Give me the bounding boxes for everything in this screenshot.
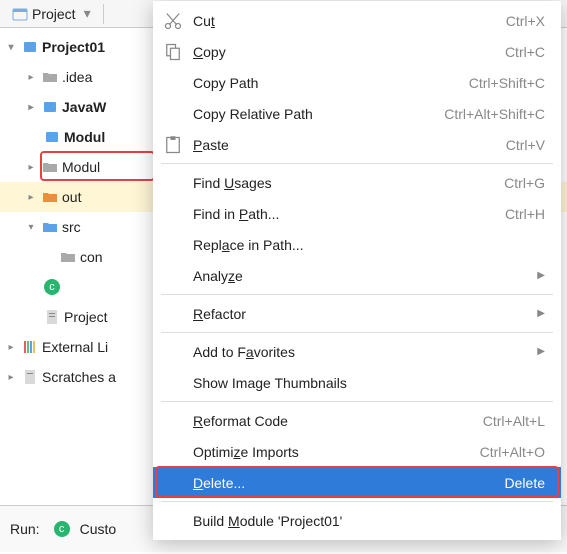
module-icon (42, 99, 58, 115)
menu-label: Add to Favorites (193, 344, 527, 360)
menu-label: Cut (193, 13, 496, 29)
context-menu: Cut Ctrl+X Copy Ctrl+C Copy Path Ctrl+Sh… (153, 1, 561, 540)
menu-cut[interactable]: Cut Ctrl+X (153, 5, 561, 36)
menu-label: Find Usages (193, 175, 494, 191)
menu-label: Analyze (193, 268, 527, 284)
menu-separator (161, 401, 553, 402)
scratches-icon (22, 369, 38, 385)
chevron-right-icon[interactable] (4, 342, 18, 353)
run-config-name[interactable]: Custo (80, 521, 117, 537)
folder-icon (60, 249, 76, 265)
project-pane-icon (12, 6, 28, 22)
tree-label: src (62, 219, 81, 235)
chevron-right-icon[interactable] (24, 102, 38, 113)
menu-label: Paste (193, 137, 496, 153)
libraries-icon (22, 339, 38, 355)
menu-copy-path[interactable]: Copy Path Ctrl+Shift+C (153, 67, 561, 98)
tree-label: Scratches a (42, 369, 116, 385)
menu-paste[interactable]: Paste Ctrl+V (153, 129, 561, 160)
menu-separator (161, 501, 553, 502)
menu-show-thumbnails[interactable]: Show Image Thumbnails (153, 367, 561, 398)
menu-copy-relative-path[interactable]: Copy Relative Path Ctrl+Alt+Shift+C (153, 98, 561, 129)
tree-label: Modul (62, 159, 100, 175)
menu-shortcut: Ctrl+Shift+C (469, 75, 545, 91)
menu-label: Replace in Path... (193, 237, 545, 253)
menu-label: Delete... (193, 475, 495, 491)
iml-file-icon (44, 309, 60, 325)
paste-icon (163, 135, 183, 155)
menu-label: Copy Path (193, 75, 459, 91)
menu-label: Copy Relative Path (193, 106, 434, 122)
menu-shortcut: Ctrl+G (504, 175, 545, 191)
menu-separator (161, 163, 553, 164)
toolbar-separator (103, 4, 104, 24)
run-label: Run: (10, 521, 40, 537)
tree-label: Project (64, 309, 108, 325)
menu-add-to-favorites[interactable]: Add to Favorites ▶ (153, 336, 561, 367)
menu-replace-in-path[interactable]: Replace in Path... (153, 229, 561, 260)
tree-label: .idea (62, 69, 92, 85)
menu-reformat-code[interactable]: Reformat Code Ctrl+Alt+L (153, 405, 561, 436)
project-dropdown[interactable]: Project ▾ (6, 3, 97, 24)
menu-separator (161, 294, 553, 295)
chevron-right-icon[interactable] (24, 192, 38, 203)
submenu-arrow-icon: ▶ (537, 308, 545, 319)
menu-shortcut: Ctrl+Alt+L (483, 413, 545, 429)
source-folder-icon (42, 219, 58, 235)
menu-optimize-imports[interactable]: Optimize Imports Ctrl+Alt+O (153, 436, 561, 467)
chevron-down-icon[interactable] (4, 42, 18, 53)
tree-label: JavaW (62, 99, 106, 115)
tree-label: Modul (64, 129, 105, 145)
menu-shortcut: Ctrl+V (506, 137, 545, 153)
menu-delete[interactable]: Delete... Delete (153, 467, 561, 498)
menu-shortcut: Delete (505, 475, 545, 491)
menu-label: Refactor (193, 306, 527, 322)
menu-shortcut: Ctrl+X (506, 13, 545, 29)
menu-label: Find in Path... (193, 206, 495, 222)
menu-shortcut: Ctrl+H (505, 206, 545, 222)
folder-icon (42, 159, 58, 175)
project-dropdown-label: Project (32, 6, 76, 22)
chevron-right-icon[interactable] (4, 372, 18, 383)
menu-find-in-path[interactable]: Find in Path... Ctrl+H (153, 198, 561, 229)
menu-build-module[interactable]: Build Module 'Project01' (153, 505, 561, 536)
menu-separator (161, 332, 553, 333)
menu-shortcut: Ctrl+C (505, 44, 545, 60)
chevron-right-icon[interactable] (24, 72, 38, 83)
menu-copy[interactable]: Copy Ctrl+C (153, 36, 561, 67)
menu-label: Copy (193, 44, 495, 60)
submenu-arrow-icon: ▶ (537, 346, 545, 357)
chevron-down-icon[interactable] (24, 222, 38, 233)
menu-analyze[interactable]: Analyze ▶ (153, 260, 561, 291)
menu-shortcut: Ctrl+Alt+Shift+C (444, 106, 545, 122)
tree-label: out (62, 189, 81, 205)
tree-label: Project01 (42, 39, 105, 55)
chevron-down-icon: ▾ (84, 5, 91, 22)
refresh-badge-icon: c (44, 279, 60, 295)
menu-refactor[interactable]: Refactor ▶ (153, 298, 561, 329)
tree-label: con (80, 249, 103, 265)
menu-find-usages[interactable]: Find Usages Ctrl+G (153, 167, 561, 198)
menu-shortcut: Ctrl+Alt+O (480, 444, 545, 460)
project-icon (22, 39, 38, 55)
submenu-arrow-icon: ▶ (537, 270, 545, 281)
module-icon (44, 129, 60, 145)
menu-label: Reformat Code (193, 413, 473, 429)
menu-label: Optimize Imports (193, 444, 470, 460)
copy-icon (163, 42, 183, 62)
folder-out-icon (42, 189, 58, 205)
folder-icon (42, 69, 58, 85)
cut-icon (163, 11, 183, 31)
run-config-badge-icon: c (54, 521, 70, 537)
menu-label: Show Image Thumbnails (193, 375, 545, 391)
menu-label: Build Module 'Project01' (193, 513, 545, 529)
tree-label: External Li (42, 339, 108, 355)
chevron-right-icon[interactable] (24, 162, 38, 173)
